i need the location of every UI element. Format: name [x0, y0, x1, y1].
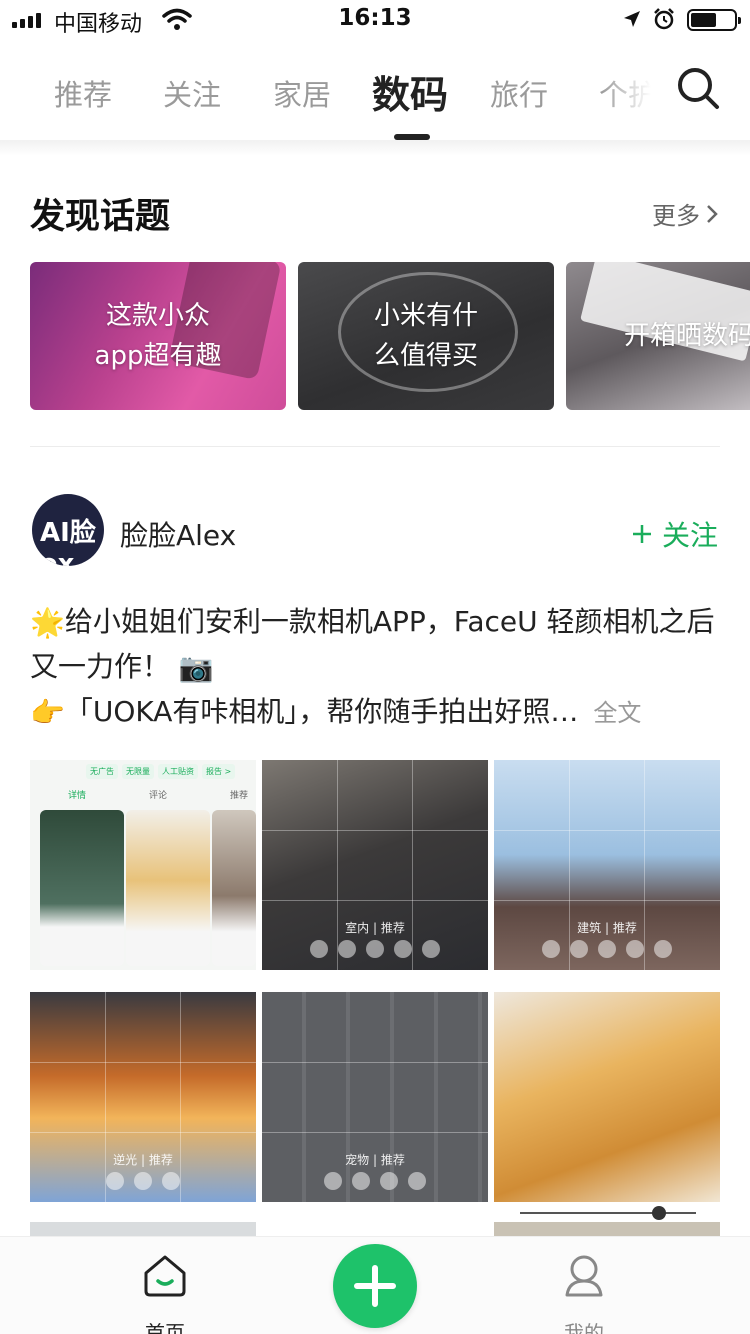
follow-label: 关注: [662, 519, 719, 552]
tab-digital[interactable]: 数码: [372, 64, 448, 119]
tab-travel[interactable]: 旅行: [490, 72, 548, 114]
app-chip: 人工贴资: [158, 764, 198, 779]
scroll-track: [520, 1212, 696, 1214]
post-line-2: 「UOKA有咔相机」，帮你随手拍出好照…: [64, 695, 579, 728]
post-line-1: 给小姐姐们安利一款相机APP，FaceU 轻颜相机之后 又一力作！: [30, 605, 715, 683]
location-arrow-icon: [624, 11, 640, 27]
filter-dots: [262, 940, 488, 958]
divider: [30, 446, 720, 447]
topic-carousel: 这款小众 app超有趣 小米有什 么值得买 开箱晒数码: [30, 262, 750, 410]
post-image[interactable]: 室内 | 推荐: [262, 760, 488, 970]
tab-recommend[interactable]: 推荐: [54, 72, 112, 114]
app-tab: 详情: [68, 791, 87, 801]
avatar[interactable]: AI脸ex: [32, 494, 104, 566]
more-topics-link[interactable]: 更多: [652, 196, 718, 231]
app-tab: 推荐: [229, 791, 248, 801]
plus-icon: [354, 1265, 396, 1307]
app-chips: 无广告 无限量 人工贴资 报告 >: [86, 764, 236, 779]
pointing-hand-icon: 👉: [30, 696, 65, 729]
topics-title: 发现话题: [30, 197, 171, 237]
filter-dots: [262, 1172, 488, 1190]
post-image[interactable]: [494, 992, 720, 1202]
topic-card-label: 这款小众 app超有趣: [94, 301, 222, 371]
full-text-link[interactable]: 全文: [593, 699, 641, 727]
camera-icon: 📷: [178, 651, 214, 684]
battery-icon: [687, 9, 741, 31]
home-icon: [144, 1255, 186, 1297]
tab-me[interactable]: 我的: [534, 1251, 634, 1334]
star-icon: 🌟: [30, 606, 65, 639]
search-icon[interactable]: [676, 66, 720, 110]
post-image[interactable]: 逆光 | 推荐: [30, 992, 256, 1202]
topic-card[interactable]: 开箱晒数码: [566, 262, 750, 410]
topic-card[interactable]: 小米有什 么值得买: [298, 262, 554, 410]
chevron-right-icon: [707, 204, 718, 223]
topic-card[interactable]: 这款小众 app超有趣: [30, 262, 286, 410]
follow-button[interactable]: 关注: [632, 514, 718, 554]
app-chip: 报告 >: [202, 764, 236, 779]
post-image-peek: [494, 1222, 720, 1236]
more-label: 更多: [652, 202, 700, 230]
post-text[interactable]: 🌟给小姐姐们安利一款相机APP，FaceU 轻颜相机之后 又一力作！ 📷 👉「U…: [30, 600, 730, 735]
battery-level: [691, 13, 716, 27]
filter-dots: [494, 940, 720, 958]
app-tabs: 详情 评论 推荐: [68, 788, 248, 801]
tab-home-label: 首页: [145, 1321, 185, 1334]
user-icon: [565, 1255, 603, 1297]
avatar-logo-text: AI脸ex: [40, 518, 96, 566]
topic-card-label: 小米有什 么值得买: [373, 301, 478, 371]
topic-card-label: 开箱晒数码: [624, 321, 750, 351]
plus-icon: [633, 525, 651, 543]
filter-caption: 建筑 | 推荐: [577, 921, 637, 935]
tab-home[interactable]: 首页: [115, 1251, 215, 1334]
post-image[interactable]: 宠物 | 推荐: [262, 992, 488, 1202]
post-image[interactable]: 建筑 | 推荐: [494, 760, 720, 970]
tab-following[interactable]: 关注: [163, 72, 221, 114]
filter-dots: [30, 1172, 256, 1190]
post-image-peek: [30, 1222, 256, 1236]
scroll-knob[interactable]: [652, 1206, 666, 1220]
filter-caption: 室内 | 推荐: [345, 921, 405, 935]
category-tabs: 推荐 关注 家居 数码 旅行 个护: [0, 40, 750, 140]
alarm-clock-icon: [654, 8, 674, 30]
filter-caption: 逆光 | 推荐: [113, 1153, 173, 1167]
app-tab: 评论: [148, 791, 167, 801]
status-bar: 中国移动 16:13: [0, 0, 750, 40]
app-chip: 无限量: [122, 764, 154, 779]
filter-caption: 宠物 | 推荐: [345, 1153, 405, 1167]
tab-home-living[interactable]: 家居: [273, 72, 331, 114]
app-chip: 无广告: [86, 764, 118, 779]
tab-me-label: 我的: [564, 1321, 604, 1334]
add-post-button[interactable]: [333, 1244, 417, 1328]
author-name[interactable]: 脸脸Alex: [120, 514, 236, 554]
post-image[interactable]: 无广告 无限量 人工贴资 报告 > 详情 评论 推荐: [30, 760, 256, 970]
